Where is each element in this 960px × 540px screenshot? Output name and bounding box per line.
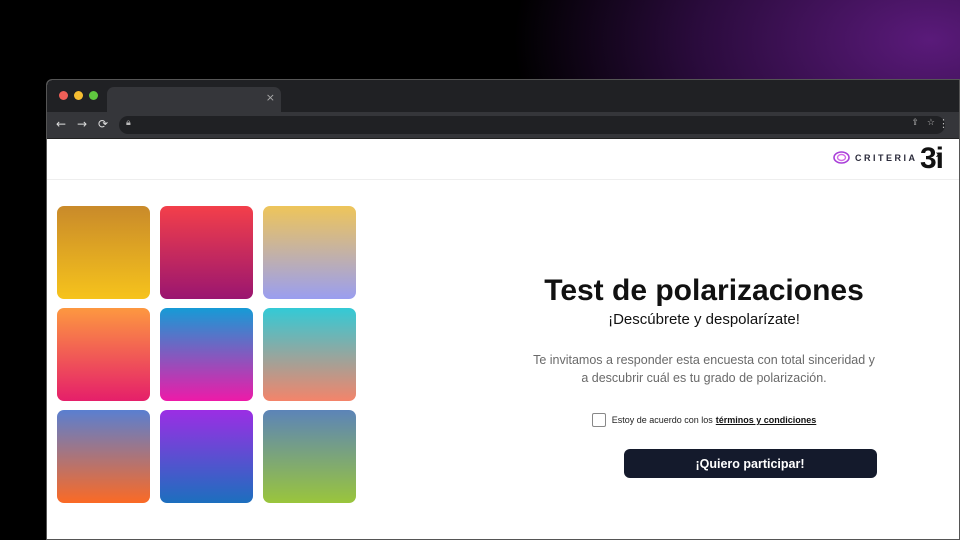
maximize-window-button[interactable]: [89, 91, 98, 100]
web-page: CRITERIA 3i x Test de polarizaciones ¡De…: [47, 140, 959, 539]
gradient-tile-4: [57, 308, 150, 401]
minimize-window-button[interactable]: [74, 91, 83, 100]
back-arrow-icon[interactable]: ←: [53, 117, 69, 131]
criteria-mark-icon: [833, 151, 850, 164]
description: Te invitamos a responder esta encuesta c…: [467, 351, 941, 387]
intro-content: Test de polarizaciones ¡Descúbrete y des…: [467, 275, 941, 478]
terms-label: Estoy de acuerdo con los: [611, 415, 713, 425]
browser-titlebar: ×: [47, 80, 959, 112]
gradient-tile-8: [160, 410, 253, 503]
browser-menu-icon[interactable]: ⋮: [938, 117, 949, 130]
gradient-tile-7: [57, 410, 150, 503]
participate-button[interactable]: ¡Quiero participar!: [623, 449, 877, 478]
share-icon[interactable]: ⇪: [911, 118, 919, 128]
terms-agreement: Estoy de acuerdo con los términos y cond…: [467, 413, 941, 427]
browser-tab[interactable]: ×: [107, 87, 281, 112]
gradient-tile-9: [263, 410, 356, 503]
tab-close-icon[interactable]: ×: [266, 91, 275, 104]
criteria-logo: CRITERIA: [833, 151, 918, 164]
close-window-button[interactable]: [59, 91, 68, 100]
bookmark-star-icon[interactable]: ☆: [927, 118, 935, 128]
page-header: CRITERIA 3i x: [47, 140, 959, 180]
gradient-tile-1: [57, 206, 150, 299]
description-line-2: a descubrir cuál es tu grado de polariza…: [581, 371, 827, 385]
terms-checkbox[interactable]: [591, 413, 606, 427]
lock-icon[interactable]: 🔒︎: [126, 118, 131, 128]
browser-toolbar: ← → ⟳ 🔒︎ ⇪ ☆ ⋮: [47, 112, 959, 139]
browser-window: × ← → ⟳ 🔒︎ ⇪ ☆ ⋮ CRITERIA 3i x Test de p…: [46, 79, 960, 540]
reload-icon[interactable]: ⟳: [95, 117, 111, 131]
window-controls: [59, 91, 98, 100]
gradient-tile-6: [263, 308, 356, 401]
forward-arrow-icon[interactable]: →: [74, 117, 90, 131]
gradient-tile-3: [263, 206, 356, 299]
page-title: Test de polarizaciones: [544, 274, 864, 307]
criteria-wordmark: CRITERIA: [855, 152, 918, 163]
logo-3i: 3i x: [920, 142, 944, 176]
terms-link[interactable]: términos y condiciones: [716, 415, 817, 425]
logo-3i-superscript: x: [936, 150, 941, 159]
page-subtitle: ¡Descúbrete y despolarízate!: [608, 311, 800, 328]
gradient-tile-grid: [57, 206, 356, 503]
address-bar[interactable]: 🔒︎ ⇪ ☆: [119, 116, 945, 134]
gradient-tile-2: [160, 206, 253, 299]
logo-3i-text: 3i: [920, 142, 944, 175]
gradient-tile-5: [160, 308, 253, 401]
description-line-1: Te invitamos a responder esta encuesta c…: [533, 353, 875, 367]
